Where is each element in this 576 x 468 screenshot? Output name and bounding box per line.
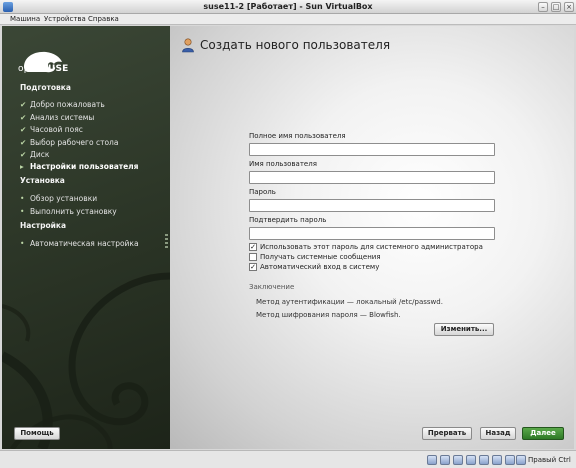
checkbox-box[interactable]: ✓ xyxy=(249,243,257,251)
step-user-settings: ▸ Настройки пользователя xyxy=(20,162,139,171)
main-panel: Создать нового пользователя Полное имя п… xyxy=(170,26,574,449)
checkbox-box[interactable]: ✓ xyxy=(249,263,257,271)
confirm-password-input[interactable] xyxy=(249,227,495,240)
step-system-analysis: ✔ Анализ системы xyxy=(20,113,95,122)
current-arrow-icon: ▸ xyxy=(20,162,24,171)
suse-chameleon-icon xyxy=(24,51,62,73)
minimize-button[interactable]: – xyxy=(538,2,548,12)
abort-button[interactable]: Прервать xyxy=(422,427,472,440)
bullet-icon: • xyxy=(20,194,25,203)
check-icon: ✔ xyxy=(20,150,27,159)
user-icon xyxy=(182,38,194,53)
menu-machine[interactable]: Машина xyxy=(10,15,40,23)
confirm-password-label: Подтвердить пароль xyxy=(249,216,327,224)
password-label: Пароль xyxy=(249,188,276,196)
network-icon[interactable] xyxy=(453,455,463,465)
step-perform-installation: • Выполнить установку xyxy=(20,207,117,216)
use-password-for-root-label: Использовать этот пароль для системного … xyxy=(260,243,483,251)
hard-disk-icon[interactable] xyxy=(427,455,437,465)
bullet-icon: • xyxy=(20,207,25,216)
section-preparation: Подготовка xyxy=(20,83,71,92)
step-timezone: ✔ Часовой пояс xyxy=(20,125,83,134)
guest-screen[interactable]: openSUSE Подготовка ✔ Добро пожаловать ✔ А… xyxy=(2,26,574,449)
virtualization-icon[interactable] xyxy=(492,455,502,465)
help-button[interactable]: Помощь xyxy=(14,427,60,440)
menu-bar: Машина Устройства Справка xyxy=(0,14,576,25)
auth-method-text: Метод аутентификации — локальный /etc/pa… xyxy=(256,298,443,306)
opensuse-logo-text: openSUSE xyxy=(18,64,69,74)
usb-icon[interactable] xyxy=(466,455,476,465)
window-title: suse11-2 [Работает] - Sun VirtualBox xyxy=(203,2,373,11)
step-installation-overview: • Обзор установки xyxy=(20,194,98,203)
receive-system-mail-label: Получать системные сообщения xyxy=(260,253,381,261)
checkbox-box[interactable] xyxy=(249,253,257,261)
change-button[interactable]: Изменить... xyxy=(434,323,494,336)
shared-folders-icon[interactable] xyxy=(479,455,489,465)
menu-help[interactable]: Справка xyxy=(88,15,119,23)
installer-sidebar: openSUSE Подготовка ✔ Добро пожаловать ✔ А… xyxy=(2,26,170,449)
full-name-input[interactable] xyxy=(249,143,495,156)
menu-devices[interactable]: Устройства xyxy=(44,15,86,23)
virtualbox-statusbar: Правый Ctrl xyxy=(0,450,576,468)
maximize-button[interactable]: □ xyxy=(551,2,561,12)
password-input[interactable] xyxy=(249,199,495,212)
section-installation: Установка xyxy=(20,176,65,185)
close-button[interactable]: × xyxy=(564,2,574,12)
page-title: Создать нового пользователя xyxy=(200,38,391,52)
back-button[interactable]: Назад xyxy=(480,427,516,440)
summary-title: Заключение xyxy=(249,283,295,291)
host-key-label: Правый Ctrl xyxy=(528,456,571,464)
encryption-method-text: Метод шифрования пароля — Blowfish. xyxy=(256,311,401,319)
full-name-label: Полное имя пользователя xyxy=(249,132,346,140)
automatic-login-label: Автоматический вход в систему xyxy=(260,263,380,271)
step-automatic-configuration: • Автоматическая настройка xyxy=(20,239,139,248)
sidebar-resize-handle[interactable] xyxy=(165,234,168,248)
check-icon: ✔ xyxy=(20,113,27,122)
username-input[interactable] xyxy=(249,171,495,184)
step-disk: ✔ Диск xyxy=(20,150,50,159)
section-configuration: Настройка xyxy=(20,221,67,230)
mouse-integration-icon[interactable] xyxy=(505,455,515,465)
check-icon: ✔ xyxy=(20,100,27,109)
optical-drive-icon[interactable] xyxy=(440,455,450,465)
username-label: Имя пользователя xyxy=(249,160,317,168)
check-icon: ✔ xyxy=(20,138,27,147)
bullet-icon: • xyxy=(20,239,25,248)
step-welcome: ✔ Добро пожаловать xyxy=(20,100,105,109)
window-titlebar[interactable]: suse11-2 [Работает] - Sun VirtualBox – □… xyxy=(0,0,576,14)
check-icon: ✔ xyxy=(20,125,27,134)
keyboard-capture-icon[interactable] xyxy=(516,455,526,465)
step-desktop-selection: ✔ Выбор рабочего стола xyxy=(20,138,119,147)
next-button[interactable]: Далее xyxy=(522,427,564,440)
